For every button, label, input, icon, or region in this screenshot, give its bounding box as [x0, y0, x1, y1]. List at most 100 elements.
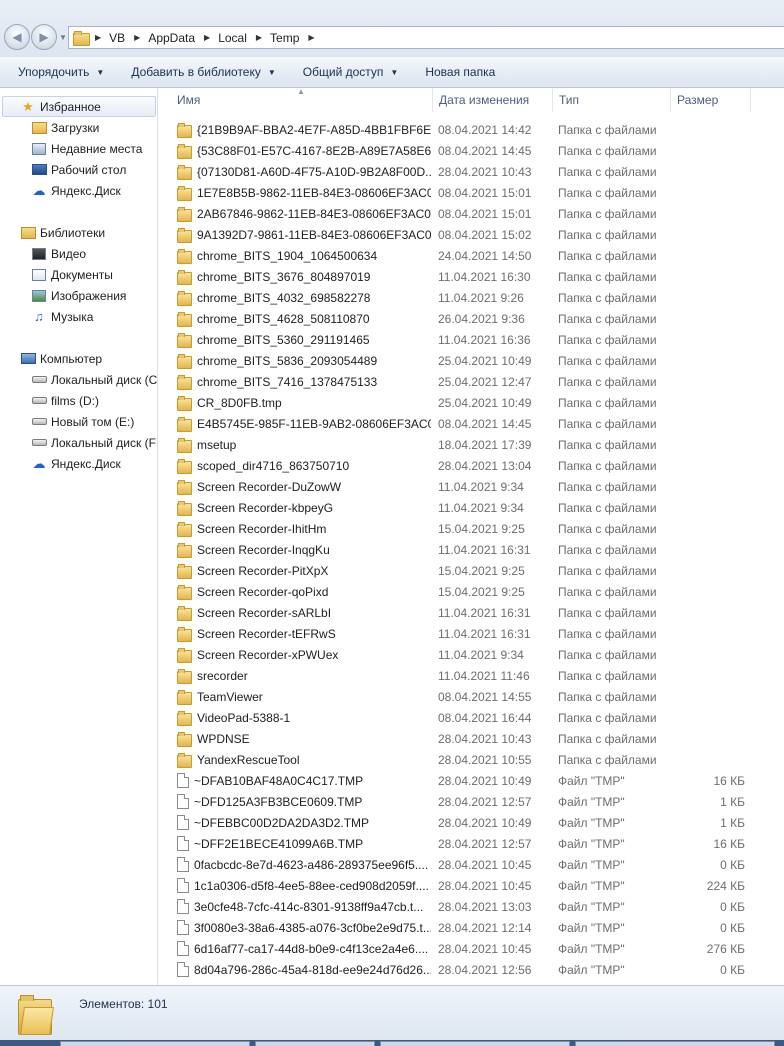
new-folder-button[interactable]: Новая папка [416, 60, 504, 84]
item-name: 3e0cfe48-7cfc-414c-8301-9138ff9a47cb.t..… [194, 899, 424, 914]
item-type: Папка с файлами [558, 395, 657, 410]
item-name: 1E7E8B5B-9862-11EB-84E3-08606EF3AC00 [197, 185, 431, 200]
nav-item-pictures[interactable]: Изображения [31, 285, 126, 306]
nav-item-yandex-disk[interactable]: ☁ Яндекс.Диск [31, 180, 121, 201]
column-header-type[interactable]: Тип [553, 88, 671, 112]
name-cell: Screen Recorder-kbpeyG [177, 497, 431, 518]
nav-item-video[interactable]: Видео [31, 243, 86, 264]
folder-row[interactable]: Screen Recorder-tEFRwS 11.04.2021 16:31 Па… [159, 623, 784, 644]
nav-item-label: Недавние места [51, 141, 143, 156]
folder-row[interactable]: Screen Recorder-sARLbI 11.04.2021 16:31 Па… [159, 602, 784, 623]
folder-row[interactable]: chrome_BITS_4628_508110870 26.04.2021 9:3… [159, 308, 784, 329]
nav-favorites[interactable]: ★ Избранное [20, 96, 101, 117]
name-cell: chrome_BITS_3676_804897019 [177, 266, 431, 287]
nav-item-drive-f[interactable]: Локальный диск (F: [31, 432, 157, 453]
folder-row[interactable]: Screen Recorder-qoPixd 15.04.2021 9:25 Пап… [159, 581, 784, 602]
column-header-date[interactable]: Дата изменения [433, 88, 553, 112]
forward-button[interactable]: ▶ [31, 24, 57, 50]
breadcrumb-arrow-icon[interactable]: ▶ [308, 33, 314, 42]
file-row[interactable]: ~DFAB10BAF48A0C4C17.TMP 28.04.2021 10:49 Ф… [159, 770, 784, 791]
back-button[interactable]: ◀ [4, 24, 30, 50]
folder-row[interactable]: chrome_BITS_1904_1064500634 24.04.2021 14… [159, 245, 784, 266]
folder-row[interactable]: {21B9B9AF-BBA2-4E7F-A85D-4BB1FBF6E... 08.… [159, 119, 784, 140]
taskbar-button[interactable] [60, 1041, 250, 1046]
recent-pages-dropdown[interactable]: ▼ [59, 33, 67, 42]
folder-row[interactable]: 2AB67846-9862-11EB-84E3-08606EF3AC00 08.0… [159, 203, 784, 224]
folder-row[interactable]: chrome_BITS_7416_1378475133 25.04.2021 12… [159, 371, 784, 392]
folder-row[interactable]: 1E7E8B5B-9862-11EB-84E3-08606EF3AC00 08.0… [159, 182, 784, 203]
folder-row[interactable]: CR_8D0FB.tmp 25.04.2021 10:49 Папка с файл… [159, 392, 784, 413]
file-row[interactable]: 8d04a796-286c-45a4-818d-ee9e24d76d26....… [159, 959, 784, 980]
folder-row[interactable]: VideoPad-5388-1 08.04.2021 16:44 Папка с ф… [159, 707, 784, 728]
nav-item-yandex-disk-drive[interactable]: ☁ Яндекс.Диск [31, 453, 121, 474]
file-row[interactable]: 3f0080e3-38a6-4385-a076-3cf0be2e9d75.t..… [159, 917, 784, 938]
taskbar-button[interactable] [380, 1041, 570, 1046]
breadcrumb-appdata[interactable]: AppData [148, 31, 195, 45]
folder-row[interactable]: TeamViewer 08.04.2021 14:55 Папка с файлам… [159, 686, 784, 707]
folder-row[interactable]: chrome_BITS_3676_804897019 11.04.2021 16:… [159, 266, 784, 287]
nav-item-documents[interactable]: Документы [31, 264, 113, 285]
add-to-library-button[interactable]: Добавить в библиотеку ▼ [122, 60, 284, 84]
folder-row[interactable]: WPDNSE 28.04.2021 10:43 Папка с файлами [159, 728, 784, 749]
taskbar-button[interactable] [255, 1041, 375, 1046]
folder-row[interactable]: YandexRescueTool 28.04.2021 10:55 Папка с … [159, 749, 784, 770]
folder-row[interactable]: chrome_BITS_4032_698582278 11.04.2021 9:2… [159, 287, 784, 308]
organize-button[interactable]: Упорядочить ▼ [9, 60, 113, 84]
file-row[interactable]: 6d16af77-ca17-44d8-b0e9-c4f13ce2a4e6....… [159, 938, 784, 959]
item-name: CR_8D0FB.tmp [197, 395, 282, 410]
folder-row[interactable]: {53C88F01-E57C-4167-8E2B-A89E7A58E6... 08… [159, 140, 784, 161]
breadcrumb-temp[interactable]: Temp [270, 31, 299, 45]
folder-row[interactable]: chrome_BITS_5836_2093054489 25.04.2021 10… [159, 350, 784, 371]
folder-row[interactable]: Screen Recorder-kbpeyG 11.04.2021 9:34 Пап… [159, 497, 784, 518]
nav-item-drive-c[interactable]: Локальный диск (C [31, 369, 157, 390]
file-row[interactable]: ~DFEBBC00D2DA2DA3D2.TMP 28.04.2021 10:49 Ф… [159, 812, 784, 833]
nav-computer[interactable]: Компьютер [20, 348, 102, 369]
file-row[interactable]: 0facbcdc-8e7d-4623-a486-289375ee96f5....… [159, 854, 784, 875]
folder-row[interactable]: Screen Recorder-PitXpX 15.04.2021 9:25 Пап… [159, 560, 784, 581]
folder-row[interactable]: E4B5745E-985F-11EB-9AB2-08606EF3AC00 08.0… [159, 413, 784, 434]
folder-row[interactable]: Screen Recorder-IhitHm 15.04.2021 9:25 Пап… [159, 518, 784, 539]
file-row[interactable]: 3e0cfe48-7cfc-414c-8301-9138ff9a47cb.t..… [159, 896, 784, 917]
name-cell: 8d04a796-286c-45a4-818d-ee9e24d76d26.... [177, 959, 431, 980]
file-list[interactable]: {21B9B9AF-BBA2-4E7F-A85D-4BB1FBF6E... 08.… [159, 112, 784, 985]
file-row[interactable]: 1c1a0306-d5f8-4ee5-88ee-ced908d2059f....… [159, 875, 784, 896]
taskbar [0, 1040, 784, 1046]
name-cell: chrome_BITS_7416_1378475133 [177, 371, 431, 392]
navigation-pane[interactable]: ★ Избранное Загрузки Недавние места Рабо… [0, 88, 158, 985]
breadcrumb-arrow-icon[interactable]: ▶ [95, 33, 101, 42]
breadcrumb-arrow-icon[interactable]: ▶ [204, 33, 210, 42]
name-cell: Screen Recorder-PitXpX [177, 560, 431, 581]
nav-item-drive-e[interactable]: Новый том (E:) [31, 411, 134, 432]
breadcrumb-vb[interactable]: VB [109, 31, 125, 45]
nav-item-recent-places[interactable]: Недавние места [31, 138, 142, 159]
item-type: Папка с файлами [558, 227, 657, 242]
item-size: 0 КБ [720, 920, 745, 935]
folder-row[interactable]: {07130D81-A60D-4F75-A10D-9B2A8F00D... 28.… [159, 161, 784, 182]
item-type: Папка с файлами [558, 500, 657, 515]
file-row[interactable]: ~DFD125A3FB3BCE0609.TMP 28.04.2021 12:57 Ф… [159, 791, 784, 812]
address-bar[interactable]: ▶ VB ▶ AppData ▶ Local ▶ Temp ▶ [68, 26, 784, 49]
name-cell: srecorder [177, 665, 431, 686]
nav-item-desktop[interactable]: Рабочий стол [31, 159, 126, 180]
folder-row[interactable]: msetup 18.04.2021 17:39 Папка с файлами [159, 434, 784, 455]
folder-row[interactable]: Screen Recorder-DuZowW 11.04.2021 9:34 Пап… [159, 476, 784, 497]
breadcrumb-local[interactable]: Local [218, 31, 247, 45]
column-header-name[interactable]: Имя [171, 88, 433, 112]
share-button[interactable]: Общий доступ ▼ [294, 60, 408, 84]
folder-row[interactable]: chrome_BITS_5360_291191465 11.04.2021 16:… [159, 329, 784, 350]
breadcrumb-arrow-icon[interactable]: ▶ [134, 33, 140, 42]
nav-item-drive-d[interactable]: films (D:) [31, 390, 99, 411]
column-header-size[interactable]: Размер [671, 88, 751, 112]
file-row[interactable]: ~DFF2E1BECE41099A6B.TMP 28.04.2021 12:57 Ф… [159, 833, 784, 854]
nav-libraries[interactable]: Библиотеки [20, 222, 105, 243]
date-modified: 18.04.2021 17:39 [438, 437, 532, 452]
folder-row[interactable]: srecorder 11.04.2021 11:46 Папка с файлами [159, 665, 784, 686]
folder-row[interactable]: scoped_dir4716_863750710 28.04.2021 13:04… [159, 455, 784, 476]
breadcrumb-arrow-icon[interactable]: ▶ [256, 33, 262, 42]
folder-row[interactable]: 9A1392D7-9861-11EB-84E3-08606EF3AC00 08.0… [159, 224, 784, 245]
folder-row[interactable]: Screen Recorder-xPWUex 11.04.2021 9:34 Пап… [159, 644, 784, 665]
nav-item-downloads[interactable]: Загрузки [31, 117, 99, 138]
nav-item-music[interactable]: ♫ Музыка [31, 306, 93, 327]
folder-row[interactable]: Screen Recorder-InqgKu 11.04.2021 16:31 Па… [159, 539, 784, 560]
taskbar-button[interactable] [575, 1041, 775, 1046]
